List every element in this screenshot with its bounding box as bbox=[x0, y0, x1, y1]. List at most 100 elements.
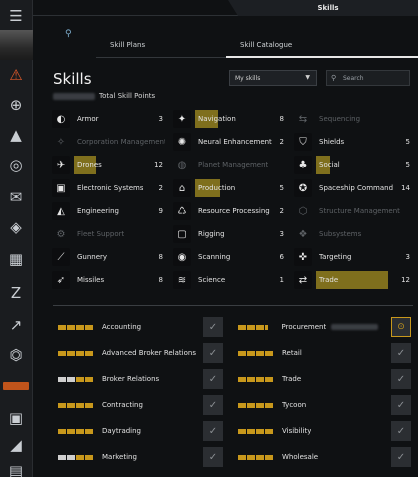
grid-icon[interactable]: ▣ bbox=[3, 405, 29, 431]
skill-category-armor[interactable]: ◐ Armor 3 bbox=[52, 110, 165, 128]
ship-icon[interactable]: ▲ bbox=[3, 122, 29, 148]
chart-icon[interactable]: ↗ bbox=[3, 312, 29, 338]
skill-row[interactable]: Daytrading bbox=[58, 420, 198, 442]
calendar-icon[interactable]: ▦ bbox=[3, 246, 29, 272]
gun-icon: ⟋ bbox=[52, 248, 70, 266]
skill-category-missiles[interactable]: ➶ Missiles 8 bbox=[52, 271, 165, 289]
skill-category-corporation-management[interactable]: ✧ Corporation Management bbox=[52, 133, 165, 151]
skill-row[interactable]: Tycoon bbox=[238, 394, 378, 416]
skill-category-resource-processing[interactable]: ♺ Resource Processing 2 bbox=[173, 202, 286, 220]
factory-icon: ⌂ bbox=[173, 179, 191, 197]
category-label: Gunnery bbox=[77, 253, 108, 261]
tower-icon[interactable]: ⏣ bbox=[3, 342, 29, 368]
sequence-icon: ⇆ bbox=[298, 113, 308, 125]
skill-row[interactable]: Advanced Broker Relations bbox=[58, 342, 198, 364]
category-label: Shields bbox=[319, 138, 345, 146]
top-bar: Skills bbox=[33, 0, 418, 16]
checkmark-icon[interactable]: ✓ bbox=[391, 421, 411, 441]
category-progress-bar: Scanning 6 bbox=[195, 248, 286, 266]
crosshair-icon[interactable]: ⊕ bbox=[3, 92, 29, 118]
tab-skill-catalogue[interactable]: Skill Catalogue bbox=[240, 41, 292, 49]
checkmark-icon[interactable]: ✓ bbox=[203, 447, 223, 467]
category-label: Planet Management bbox=[198, 161, 269, 169]
skill-category-electronic-systems[interactable]: ▣ Electronic Systems 2 bbox=[52, 179, 165, 197]
wing-icon[interactable]: ◢ bbox=[3, 432, 29, 458]
training-indicator-icon[interactable]: ⊙ bbox=[391, 317, 411, 337]
checkmark-icon[interactable]: ✓ bbox=[203, 343, 223, 363]
skill-level-pips bbox=[58, 454, 96, 460]
skill-row[interactable]: Contracting bbox=[58, 394, 198, 416]
skill-pip bbox=[58, 324, 66, 330]
category-label: Navigation bbox=[198, 115, 236, 123]
skill-category-rigging[interactable]: ▢ Rigging 3 bbox=[173, 225, 286, 243]
alert-triangle-icon[interactable]: ⚠ bbox=[3, 62, 29, 88]
skill-pip bbox=[58, 454, 66, 460]
category-label: Missiles bbox=[77, 276, 105, 284]
skill-row[interactable]: Broker Relations bbox=[58, 368, 198, 390]
skill-category-production[interactable]: ⌂ Production 5 bbox=[173, 179, 286, 197]
checkmark-icon[interactable]: ✓ bbox=[391, 395, 411, 415]
skill-row[interactable]: Retail bbox=[238, 342, 378, 364]
checkmark-icon[interactable]: ✓ bbox=[391, 343, 411, 363]
cube-icon[interactable]: ◈ bbox=[3, 214, 29, 240]
skill-category-scanning[interactable]: ◉ Scanning 6 bbox=[173, 248, 286, 266]
skill-pip bbox=[256, 350, 264, 356]
mail-icon[interactable]: ✉ bbox=[3, 184, 29, 210]
checkmark-icon[interactable]: ✓ bbox=[203, 317, 223, 337]
skill-row[interactable]: Visibility bbox=[238, 420, 378, 442]
checkmark-icon[interactable]: ✓ bbox=[203, 421, 223, 441]
skill-category-trade[interactable]: ⇄ Trade 12 bbox=[294, 271, 412, 289]
category-level: 3 bbox=[158, 115, 163, 123]
menu-icon[interactable]: ☰ bbox=[3, 3, 29, 29]
skill-category-science[interactable]: ≋ Science 1 bbox=[173, 271, 286, 289]
rig-icon: ▢ bbox=[173, 225, 191, 243]
window-title: Skills bbox=[228, 0, 418, 16]
skill-pip bbox=[238, 376, 246, 382]
skill-category-engineering[interactable]: ◭ Engineering 9 bbox=[52, 202, 165, 220]
skill-category-social[interactable]: ♣ Social 5 bbox=[294, 156, 412, 174]
skill-pip bbox=[265, 454, 273, 460]
tab-skill-plans[interactable]: Skill Plans bbox=[110, 41, 145, 49]
target-icon: ✜ bbox=[294, 248, 312, 266]
skill-category-fleet-support[interactable]: ⚙ Fleet Support bbox=[52, 225, 165, 243]
category-progress-bar: Navigation 8 bbox=[195, 110, 286, 128]
skill-category-shields[interactable]: ⛉ Shields 5 bbox=[294, 133, 412, 151]
z-icon[interactable]: Z bbox=[3, 280, 29, 306]
checkmark-icon[interactable]: ✓ bbox=[203, 395, 223, 415]
skill-category-planet-management[interactable]: ◍ Planet Management bbox=[173, 156, 286, 174]
building-icon[interactable]: ▤ bbox=[3, 458, 29, 477]
skill-category-sequencing[interactable]: ⇆ Sequencing bbox=[294, 110, 412, 128]
skill-pip bbox=[85, 454, 93, 460]
skill-category-navigation[interactable]: ✦ Navigation 8 bbox=[173, 110, 286, 128]
skill-category-subsystems[interactable]: ❖ Subsystems bbox=[294, 225, 412, 243]
skill-level-pips bbox=[58, 376, 96, 382]
search-icon[interactable]: ⚲ bbox=[65, 29, 77, 41]
category-label: Resource Processing bbox=[198, 207, 270, 215]
skill-filter-dropdown[interactable]: My skills ▼ bbox=[229, 70, 317, 86]
filter-value: My skills bbox=[235, 75, 261, 82]
avatar[interactable] bbox=[0, 30, 33, 60]
skill-category-spaceship-command[interactable]: ✪ Spaceship Command 14 bbox=[294, 179, 412, 197]
skill-row[interactable]: Wholesale bbox=[238, 446, 378, 468]
skill-category-structure-management[interactable]: ⬡ Structure Management bbox=[294, 202, 412, 220]
skill-category-drones[interactable]: ✈ Drones 12 bbox=[52, 156, 165, 174]
skill-category-neural-enhancement[interactable]: ✺ Neural Enhancement 2 bbox=[173, 133, 286, 151]
checkmark-icon[interactable]: ✓ bbox=[203, 369, 223, 389]
skill-category-gunnery[interactable]: ⟋ Gunnery 8 bbox=[52, 248, 165, 266]
skill-pip bbox=[238, 454, 246, 460]
expand-icon[interactable] bbox=[3, 382, 29, 390]
skill-row[interactable]: Procurement bbox=[238, 316, 378, 338]
checkmark-icon[interactable]: ✓ bbox=[391, 447, 411, 467]
planet-icon: ◍ bbox=[177, 159, 187, 171]
skill-category-targeting[interactable]: ✜ Targeting 3 bbox=[294, 248, 412, 266]
target-ring-icon[interactable]: ◎ bbox=[3, 152, 29, 178]
skill-row[interactable]: Marketing bbox=[58, 446, 198, 468]
skill-row[interactable]: Trade bbox=[238, 368, 378, 390]
category-level: 5 bbox=[405, 161, 410, 169]
checkmark-icon[interactable]: ✓ bbox=[391, 369, 411, 389]
skill-pip bbox=[238, 428, 246, 434]
category-label: Neural Enhancement bbox=[198, 138, 272, 146]
skill-row[interactable]: Accounting bbox=[58, 316, 198, 338]
search-input[interactable]: ⚲ Search bbox=[326, 70, 410, 86]
category-label: Scanning bbox=[198, 253, 231, 261]
